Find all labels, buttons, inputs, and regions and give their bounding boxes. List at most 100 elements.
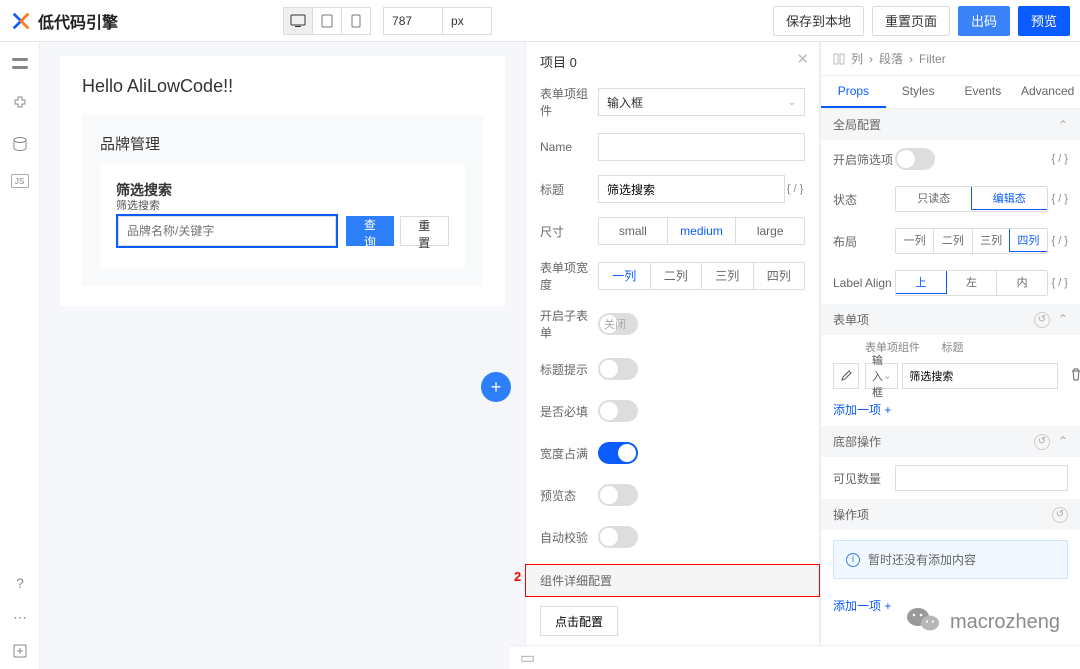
section-form-items[interactable]: 表单项 ↺⌃ (821, 304, 1080, 335)
tab-styles[interactable]: Styles (886, 76, 951, 108)
query-button[interactable]: 查询 (346, 216, 393, 246)
tab-advanced[interactable]: Advanced (1015, 76, 1080, 108)
row-label-enable-filter: 开启筛选项 (833, 151, 895, 168)
pop-label-component: 表单项组件 (540, 85, 598, 119)
preview-button[interactable]: 预览 (1018, 6, 1070, 36)
section-action-items[interactable]: 操作项 ↺ (821, 499, 1080, 530)
preview-toggle[interactable] (598, 484, 638, 506)
layout-2[interactable]: 二列 (933, 229, 971, 253)
canvas-unit-input[interactable] (442, 7, 492, 35)
align-left[interactable]: 左 (946, 271, 997, 295)
rail-collapse-icon[interactable] (10, 641, 30, 661)
rail-components-icon[interactable] (10, 94, 30, 114)
pop-label-preview: 预览态 (540, 487, 598, 504)
layout-4[interactable]: 四列 (1009, 228, 1048, 252)
device-tablet-button[interactable] (312, 7, 342, 35)
titlehint-toggle[interactable] (598, 358, 638, 380)
code-binding-icon[interactable]: { / } (1048, 277, 1068, 289)
required-toggle[interactable] (598, 400, 638, 422)
config-popover: ✕ 项目 0 表单项组件 输入框⌄ Name 标题 { / } 尺寸 small… (525, 42, 820, 669)
delete-item-button[interactable] (1062, 368, 1080, 384)
item-title-input[interactable] (902, 363, 1058, 389)
rail-more-icon[interactable]: ⋯ (10, 607, 30, 627)
selected-filter-field[interactable] (116, 214, 338, 248)
reset-page-button[interactable]: 重置页面 (872, 6, 950, 36)
size-medium[interactable]: medium (667, 218, 736, 244)
align-top[interactable]: 上 (895, 270, 947, 294)
visible-count-input[interactable] (895, 465, 1068, 491)
device-mobile-button[interactable] (341, 7, 371, 35)
canvas-width-input[interactable] (383, 7, 443, 35)
pop-label-fullwidth: 宽度占满 (540, 445, 598, 462)
rail-outline-icon[interactable] (10, 54, 30, 74)
reset-icon[interactable]: ↺ (1052, 507, 1068, 523)
row-label-visible-count: 可见数量 (833, 470, 895, 487)
width-2[interactable]: 二列 (650, 263, 702, 289)
rail-help-icon[interactable]: ? (10, 573, 30, 593)
layout-1[interactable]: 一列 (896, 229, 933, 253)
collapse-icon[interactable]: ⌃ (1058, 434, 1068, 450)
tab-events[interactable]: Events (951, 76, 1016, 108)
footer-tray: ▭ (510, 645, 1080, 669)
width-radio-group: 一列 二列 三列 四列 (598, 262, 805, 290)
col-title: 标题 (942, 339, 1015, 355)
align-segmented: 上 左 内 (895, 270, 1048, 296)
rail-data-icon[interactable] (10, 134, 30, 154)
device-desktop-button[interactable] (283, 7, 313, 35)
section-global-config[interactable]: 全局配置 ⌃ (821, 109, 1080, 140)
status-edit[interactable]: 编辑态 (971, 186, 1049, 210)
row-label-layout: 布局 (833, 233, 895, 250)
breadcrumb-item[interactable]: 段落 (879, 50, 903, 67)
reset-button[interactable]: 重置 (400, 216, 449, 246)
component-detail-section-header: 2 组件详细配置 (526, 565, 819, 596)
breadcrumb-item[interactable]: Filter (919, 52, 946, 66)
reset-icon[interactable]: ↺ (1034, 312, 1050, 328)
main-layout: JS ? ⋯ Hello AliLowCode!! 品牌管理 筛选搜索 筛选搜索… (0, 42, 1080, 669)
autoval-toggle[interactable] (598, 526, 638, 548)
enable-filter-toggle[interactable] (895, 148, 935, 170)
close-icon[interactable]: ✕ (796, 50, 809, 68)
fullwidth-toggle[interactable] (598, 442, 638, 464)
width-3[interactable]: 三列 (701, 263, 753, 289)
chevron-down-icon: ⌄ (788, 97, 796, 108)
collapse-icon[interactable]: ⌃ (1058, 312, 1068, 328)
name-input[interactable] (598, 133, 805, 161)
size-small[interactable]: small (599, 218, 667, 244)
export-code-button[interactable]: 出码 (958, 6, 1010, 36)
code-binding-icon[interactable]: { / } (785, 183, 805, 195)
component-select[interactable]: 输入框⌄ (598, 88, 805, 116)
align-inside[interactable]: 内 (996, 271, 1047, 295)
size-large[interactable]: large (735, 218, 804, 244)
code-binding-icon[interactable]: { / } (1048, 153, 1068, 165)
code-binding-icon[interactable]: { / } (1048, 235, 1068, 247)
item-component-select[interactable]: 输入框⌄ (865, 363, 898, 389)
width-1[interactable]: 一列 (599, 263, 650, 289)
code-binding-icon[interactable]: { / } (1048, 193, 1068, 205)
popover-title: 项目 0 (540, 52, 805, 71)
config-tabs: Props Styles Events Advanced (821, 76, 1080, 109)
click-config-button[interactable]: 点击配置 (540, 606, 618, 636)
pop-label-required: 是否必填 (540, 403, 598, 420)
status-readonly[interactable]: 只读态 (896, 187, 972, 211)
layout-3[interactable]: 三列 (972, 229, 1010, 253)
edit-item-button[interactable] (833, 363, 859, 389)
save-button[interactable]: 保存到本地 (773, 6, 864, 36)
logo-text: 低代码引擎 (38, 9, 118, 33)
watermark: macrozheng (906, 605, 1060, 639)
add-fab-button[interactable]: + (481, 372, 511, 402)
title-input[interactable] (598, 175, 785, 203)
width-4[interactable]: 四列 (753, 263, 805, 289)
chevron-down-icon: ⌄ (883, 371, 891, 382)
footer-slot-icon[interactable]: ▭ (520, 648, 535, 668)
add-form-item-link[interactable]: 添加一项 + (821, 393, 1080, 426)
header-actions: 保存到本地 重置页面 出码 预览 (773, 6, 1070, 36)
empty-info-box: i 暂时还没有添加内容 (833, 540, 1068, 579)
reset-icon[interactable]: ↺ (1034, 434, 1050, 450)
rail-js-icon[interactable]: JS (11, 174, 29, 188)
brand-keyword-input[interactable] (118, 216, 336, 246)
section-bottom-actions[interactable]: 底部操作 ↺⌃ (821, 426, 1080, 457)
tab-props[interactable]: Props (821, 76, 886, 108)
collapse-icon[interactable]: ⌃ (1058, 118, 1068, 132)
wechat-icon (906, 605, 940, 639)
breadcrumb-item[interactable]: 列 (851, 50, 863, 67)
